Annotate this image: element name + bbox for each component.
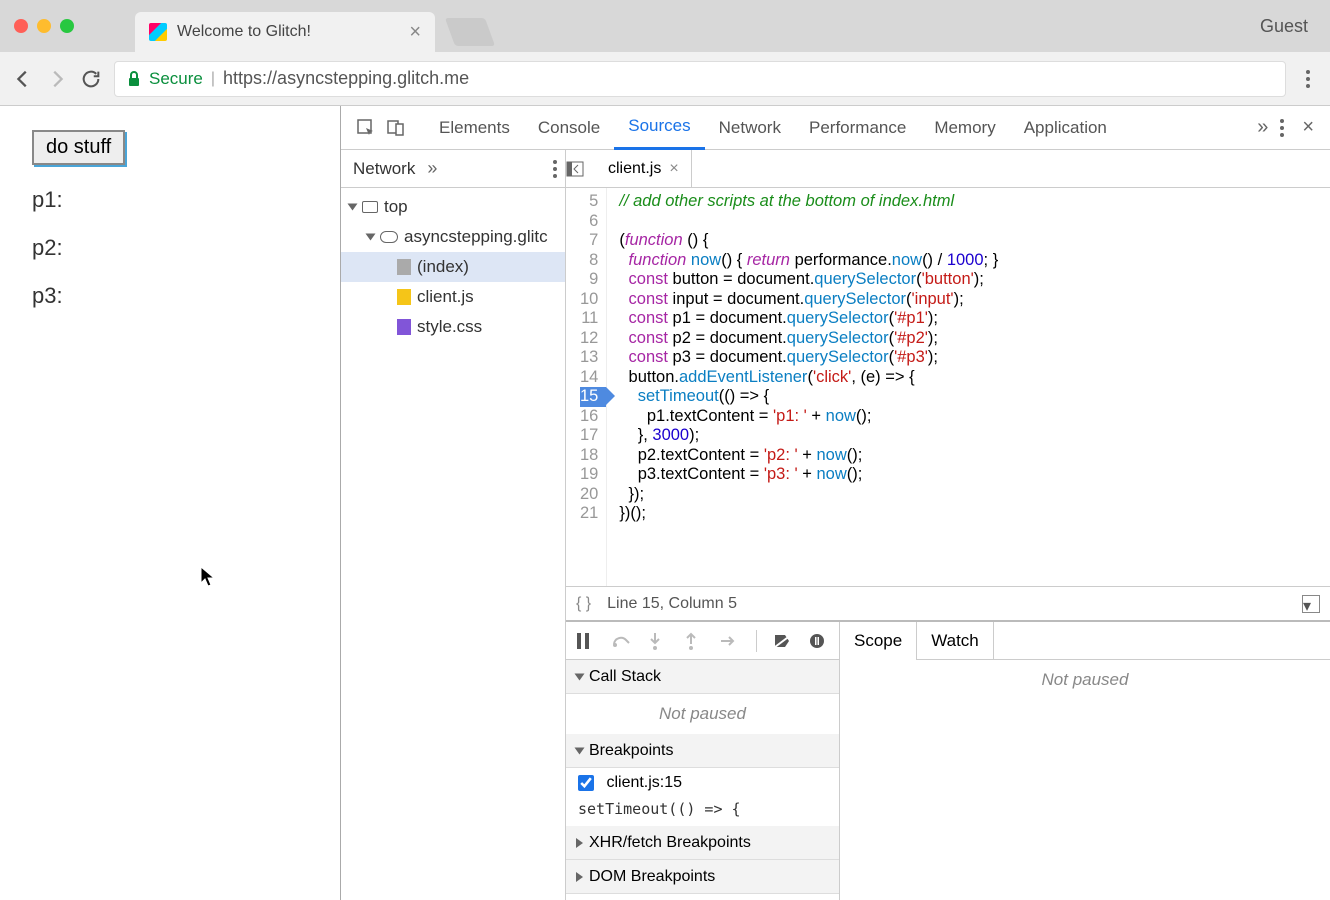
cloud-icon — [380, 231, 398, 243]
deactivate-breakpoints-icon[interactable] — [773, 633, 793, 649]
favicon-icon — [149, 23, 167, 41]
scope-tab[interactable]: Scope — [840, 622, 917, 660]
dom-breakpoints-header[interactable]: DOM Breakpoints — [566, 860, 839, 894]
cursor-position: Line 15, Column 5 — [607, 595, 737, 613]
p2-output: p2: — [32, 235, 308, 261]
debugger-controls — [566, 622, 839, 660]
devtools-menu-icon[interactable] — [1276, 119, 1288, 137]
step-into-icon — [648, 632, 668, 650]
p1-output: p1: — [32, 187, 308, 213]
pause-on-exceptions-icon[interactable] — [809, 633, 829, 649]
mouse-cursor-icon — [200, 566, 216, 588]
breakpoint-item[interactable]: client.js:15 — [566, 768, 839, 798]
file-clientjs[interactable]: client.js — [341, 282, 565, 312]
window-titlebar: Welcome to Glitch! × Guest — [0, 0, 1330, 52]
debugger-panel: Call Stack Not paused Breakpoints client… — [566, 620, 1330, 900]
code-area[interactable]: 56789101112131415161718192021 // add oth… — [566, 188, 1330, 586]
file-icon — [397, 259, 411, 275]
editor: client.js × 5678910111213141516171819202… — [566, 150, 1330, 620]
browser-menu-icon[interactable] — [1298, 70, 1318, 88]
breakpoint-code: setTimeout(() => { — [566, 798, 839, 826]
pause-icon[interactable] — [576, 633, 596, 649]
frame-icon — [362, 201, 378, 213]
new-tab-button[interactable] — [445, 18, 495, 46]
file-icon — [397, 319, 411, 335]
do-stuff-button[interactable]: do stuff — [32, 130, 125, 165]
file-stylecss[interactable]: style.css — [341, 312, 565, 342]
tree-domain[interactable]: asyncstepping.glitc — [341, 222, 565, 252]
coverage-toggle-icon[interactable]: ▾ — [1302, 595, 1320, 613]
minimize-window-icon[interactable] — [37, 19, 51, 33]
more-tabs-icon[interactable]: » — [1257, 116, 1268, 139]
devtools: ElementsConsoleSourcesNetworkPerformance… — [341, 106, 1330, 900]
page-content: do stuff p1: p2: p3: — [0, 106, 341, 900]
secure-label: Secure — [149, 69, 203, 89]
device-toggle-icon[interactable] — [381, 118, 411, 138]
breakpoint-checkbox[interactable] — [578, 775, 594, 791]
format-icon[interactable]: { } — [576, 595, 591, 613]
file-icon — [397, 289, 411, 305]
forward-button — [46, 68, 68, 90]
inspect-element-icon[interactable] — [351, 118, 381, 138]
step-over-icon — [612, 634, 632, 648]
editor-tab[interactable]: client.js × — [596, 150, 692, 188]
devtools-tab-performance[interactable]: Performance — [795, 106, 920, 150]
devtools-tab-memory[interactable]: Memory — [920, 106, 1009, 150]
callstack-body: Not paused — [566, 694, 839, 734]
devtools-tab-console[interactable]: Console — [524, 106, 614, 150]
close-window-icon[interactable] — [14, 19, 28, 33]
navigator-tab-network[interactable]: Network — [353, 159, 415, 179]
traffic-lights — [14, 19, 74, 33]
back-button[interactable] — [12, 68, 34, 90]
close-devtools-icon[interactable]: × — [1296, 116, 1320, 139]
watch-tab[interactable]: Watch — [917, 622, 994, 660]
close-editor-tab-icon[interactable]: × — [669, 160, 678, 178]
navigator-menu-icon[interactable] — [545, 160, 565, 178]
devtools-tabbar: ElementsConsoleSourcesNetworkPerformance… — [341, 106, 1330, 150]
step-icon — [720, 635, 740, 647]
breakpoints-header[interactable]: Breakpoints — [566, 734, 839, 768]
devtools-tab-elements[interactable]: Elements — [425, 106, 524, 150]
tab-title: Welcome to Glitch! — [177, 23, 399, 41]
toggle-navigator-icon[interactable] — [566, 161, 596, 177]
file-index[interactable]: (index) — [341, 252, 565, 282]
xhr-breakpoints-header[interactable]: XHR/fetch Breakpoints — [566, 826, 839, 860]
devtools-tab-application[interactable]: Application — [1010, 106, 1121, 150]
close-tab-icon[interactable]: × — [409, 21, 421, 44]
maximize-window-icon[interactable] — [60, 19, 74, 33]
step-out-icon — [684, 632, 704, 650]
callstack-header[interactable]: Call Stack — [566, 660, 839, 694]
profile-label[interactable]: Guest — [1260, 16, 1316, 37]
devtools-tab-sources[interactable]: Sources — [614, 106, 704, 150]
browser-tab[interactable]: Welcome to Glitch! × — [135, 12, 435, 52]
scope-body: Not paused — [840, 660, 1330, 700]
more-navigator-tabs-icon[interactable]: » — [427, 158, 437, 179]
address-bar[interactable]: Secure | https://asyncstepping.glitch.me — [114, 61, 1286, 97]
tree-top[interactable]: top — [341, 192, 565, 222]
browser-toolbar: Secure | https://asyncstepping.glitch.me — [0, 52, 1330, 106]
p3-output: p3: — [32, 283, 308, 309]
file-tree: top asyncstepping.glitc (index)client.js… — [341, 188, 565, 346]
sources-navigator: Network » top asyncstepping.glitc — [341, 150, 566, 900]
lock-icon — [127, 71, 141, 87]
editor-status-bar: { } Line 15, Column 5 ▾ — [566, 586, 1330, 620]
url-text: https://asyncstepping.glitch.me — [223, 68, 469, 89]
reload-button[interactable] — [80, 68, 102, 90]
devtools-tab-network[interactable]: Network — [705, 106, 795, 150]
